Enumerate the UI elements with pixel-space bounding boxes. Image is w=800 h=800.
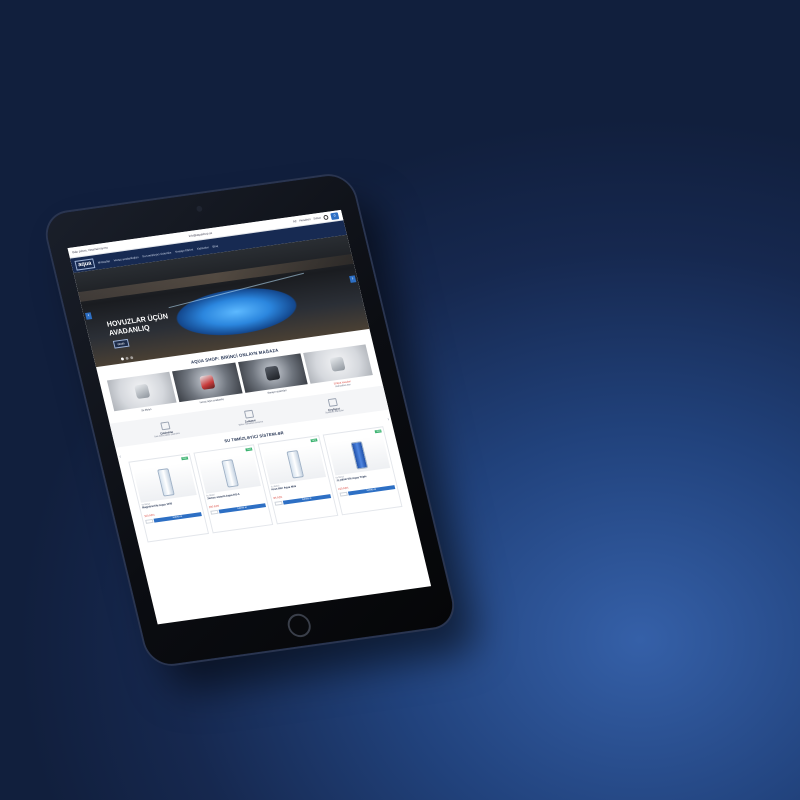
hero-dot[interactable] [130,356,134,360]
product-vessel-image [221,459,240,488]
tablet-screen: Bakı şəhəri, Yasamal rayonu info@aquasho… [67,209,432,625]
nav-item-industrial[interactable]: Sənaye filtrləri [175,247,194,253]
hero-cta-button[interactable]: Ətraflı [112,338,130,349]
product-image [327,435,391,476]
cart-link[interactable]: Səbət [313,216,321,221]
product-vessel-image [156,468,175,497]
category-card[interactable]: Su filtrləri [106,371,179,419]
language-switch[interactable]: AZ [293,219,297,223]
category-product-image [133,383,151,400]
category-card[interactable]: Ehtiyat hissələri Məhsullara bax [302,344,375,391]
nav-item-products[interactable]: Məhsullar [97,259,110,265]
delivery-truck-icon [159,421,171,431]
category-card[interactable]: Sənaye sistemləri [237,353,310,400]
hero-dot[interactable] [125,356,129,360]
nav-item-water-systems[interactable]: Su təmizləyici sistemlər [142,250,172,258]
account-link[interactable]: Hesabım [299,217,311,222]
new-badge: Yeni [245,447,253,452]
category-product-image [199,374,216,390]
quantity-stepper[interactable] [339,491,348,497]
topbar-email[interactable]: info@aquashop.az [188,231,212,238]
new-badge: Yeni [374,429,382,434]
hero-dot[interactable] [120,357,125,361]
product-image [262,444,326,485]
hero-next-arrow-icon[interactable]: › [349,275,357,283]
shield-icon [243,409,254,419]
certificate-icon [327,398,338,407]
quantity-stepper[interactable] [274,500,283,506]
camera-icon [195,205,203,213]
hero-prev-arrow-icon[interactable]: ‹ [85,312,93,320]
quantity-stepper[interactable] [209,509,219,515]
quantity-stepper[interactable] [145,518,154,524]
category-product-image [329,356,346,372]
search-icon[interactable] [322,214,329,220]
product-vessel-image [350,441,369,470]
home-button-icon[interactable] [285,612,314,639]
nav-item-blog[interactable]: Bloq [212,243,219,248]
site-logo[interactable]: aqua [74,257,96,271]
category-card[interactable]: Hovuz üçün avadanlıq [172,362,244,410]
tablet-device: Bakı şəhəri, Yasamal rayonu info@aquasho… [42,172,458,668]
new-badge: Yeni [310,438,318,443]
hero-title: HOVUZLAR ÜÇÜN AVADANLIQ [106,312,171,338]
category-product-image [264,365,281,381]
new-badge: Yeni [181,456,188,461]
nav-item-pool[interactable]: Hovuz avadanlıqları [113,255,139,262]
backdrop: Bakı şəhəri, Yasamal rayonu info@aquasho… [0,0,800,800]
product-image [133,462,197,503]
nav-item-services[interactable]: Xidmətlər [196,245,209,250]
cart-icon[interactable]: 0 [330,211,340,220]
product-image [197,453,261,494]
product-vessel-image [286,450,304,479]
hero-pagination [120,356,134,361]
